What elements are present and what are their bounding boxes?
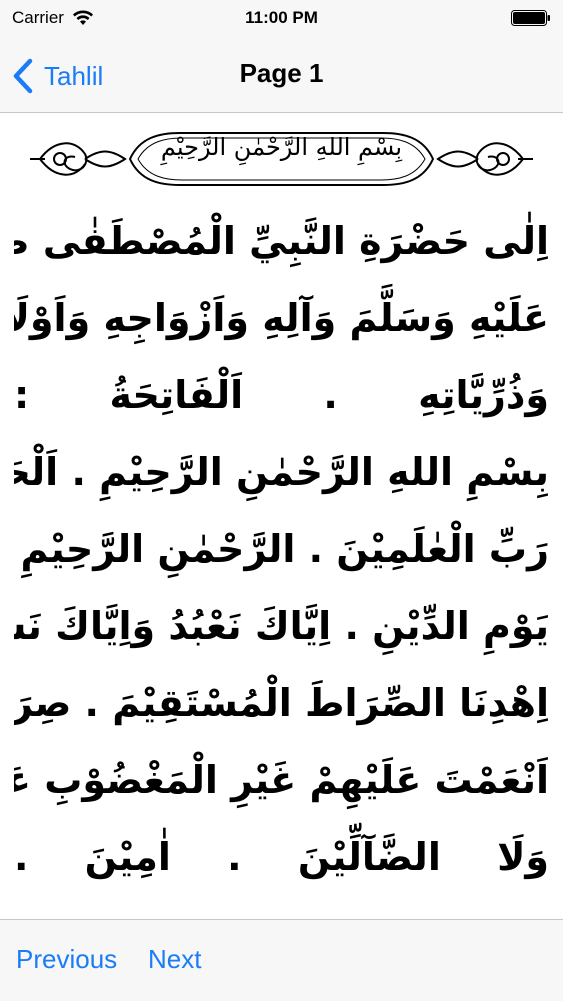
status-time: 11:00 PM bbox=[245, 8, 318, 27]
text-line: اَنْعَمْتَ عَلَيْهِمْ غَيْرِ الْمَغْضُوْ… bbox=[14, 758, 549, 802]
text-line: اِهْدِنَا الصِّرَاطَ الْمُسْتَقِيْمَ . ص… bbox=[14, 681, 549, 725]
bottom-toolbar: Previous Next bbox=[0, 919, 563, 1001]
text-line: عَلَيْهِ وَسَلَّمَ وَآلِهِ وَاَزْوَاجِهِ… bbox=[14, 296, 549, 340]
header-basmala: بِسْمِ اللهِ الرَّحْمٰنِ الرَّحِيْمِ bbox=[160, 133, 403, 161]
battery-icon bbox=[511, 10, 550, 26]
page-title: Page 1 bbox=[239, 58, 324, 88]
text-line: بِسْمِ اللهِ الرَّحْمٰنِ الرَّحِيْمِ . ا… bbox=[14, 450, 549, 494]
status-bar: Carrier 11:00 PM bbox=[0, 0, 563, 40]
arabic-page-text: اِلٰى حَضْرَةِ النَّبِيِّ الْمُصْطَفٰى ص… bbox=[14, 203, 549, 896]
page-content: بِسْمِ اللهِ الرَّحْمٰنِ الرَّحِيْمِ اِل… bbox=[0, 113, 563, 919]
text-line: رَبِّ الْعٰلَمِيْنَ . الرَّحْمٰنِ الرَّح… bbox=[14, 527, 549, 571]
text-line: يَوْمِ الدِّيْنِ . اِيَّاكَ نَعْبُدُ وَا… bbox=[14, 604, 549, 648]
navigation-bar: Tahlil Page 1 bbox=[0, 40, 563, 113]
next-button[interactable]: Next bbox=[148, 944, 201, 975]
text-line: وَذُرِّيَّاتِهِ . اَلْفَاتِحَةُ : bbox=[14, 373, 549, 417]
text-line: اِلٰى حَضْرَةِ النَّبِيِّ الْمُصْطَفٰى ص… bbox=[14, 219, 549, 263]
previous-button[interactable]: Previous bbox=[16, 944, 117, 975]
text-line: وَلَا الضَّآلِّيْنَ . اٰمِيْنَ . bbox=[14, 835, 549, 879]
